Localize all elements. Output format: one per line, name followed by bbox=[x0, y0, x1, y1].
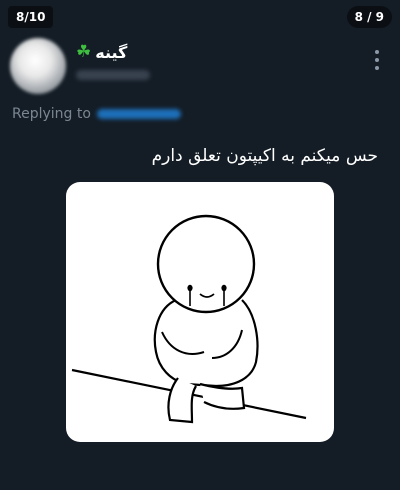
replying-to-label: Replying to bbox=[12, 106, 91, 122]
author-handle-redacted bbox=[76, 70, 150, 80]
avatar[interactable] bbox=[10, 38, 66, 94]
tweet-image[interactable] bbox=[66, 182, 334, 442]
image-counter: 8 / 9 bbox=[346, 6, 392, 28]
crying-character-illustration bbox=[71, 214, 307, 424]
author-name-row[interactable]: ☘ گینه bbox=[76, 42, 127, 62]
tweet-text: حس میکنم به اکیپتون تعلق دارم bbox=[151, 146, 378, 166]
more-options-button[interactable] bbox=[374, 50, 380, 70]
author-name: گینه bbox=[95, 42, 128, 62]
gallery-counter: 8/10 bbox=[8, 6, 54, 28]
reply-handle-redacted[interactable] bbox=[96, 109, 181, 119]
more-vertical-icon bbox=[375, 50, 379, 54]
replying-to: Replying to bbox=[12, 106, 181, 122]
shamrock-icon: ☘ bbox=[76, 42, 92, 62]
